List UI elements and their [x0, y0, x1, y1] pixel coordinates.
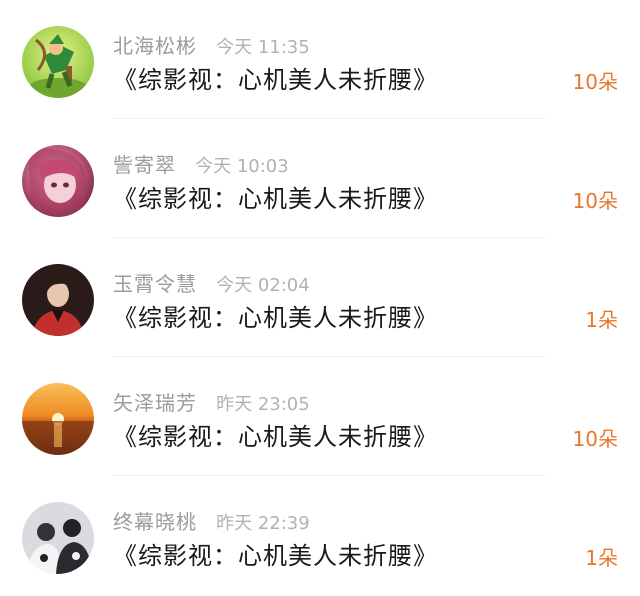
book-title[interactable]: 《综影视：心机美人未折腰》	[113, 536, 438, 571]
list-item[interactable]: 玉霄令慧 今天 02:04 《综影视：心机美人未折腰》 1朵	[0, 238, 640, 357]
flower-count: 10朵	[572, 427, 618, 451]
user-name[interactable]: 矢泽瑞芳	[113, 391, 197, 415]
avatar[interactable]	[22, 383, 94, 455]
list-item[interactable]: 北海松彬 今天 11:35 《综影视：心机美人未折腰》 10朵	[0, 0, 640, 119]
book-title[interactable]: 《综影视：心机美人未折腰》	[113, 60, 438, 95]
avatar[interactable]	[22, 264, 94, 336]
portrait-image	[22, 264, 94, 336]
list-item[interactable]: 终幕晓桃 昨天 22:39 《综影视：心机美人未折腰》 1朵	[0, 476, 640, 596]
item-meta: 矢泽瑞芳 昨天 23:05	[113, 387, 310, 415]
timestamp: 昨天 22:39	[216, 513, 310, 534]
item-meta: 訾寄翠 今天 10:03	[113, 149, 289, 177]
user-name[interactable]: 訾寄翠	[113, 153, 176, 177]
cartoon-archer-image	[22, 26, 94, 98]
user-name[interactable]: 北海松彬	[113, 34, 197, 58]
item-meta: 北海松彬 今天 11:35	[113, 30, 310, 58]
avatar[interactable]	[22, 145, 94, 217]
user-name[interactable]: 玉霄令慧	[113, 272, 197, 296]
flower-count: 1朵	[585, 546, 618, 570]
book-title[interactable]: 《综影视：心机美人未折腰》	[113, 179, 438, 214]
avatar[interactable]	[22, 26, 94, 98]
couple-image	[22, 502, 94, 574]
user-name[interactable]: 终幕晓桃	[113, 510, 197, 534]
flower-count: 1朵	[585, 308, 618, 332]
timestamp: 今天 11:35	[216, 37, 310, 58]
item-meta: 玉霄令慧 今天 02:04	[113, 268, 310, 296]
sunset-image	[22, 383, 94, 455]
list-item[interactable]: 矢泽瑞芳 昨天 23:05 《综影视：心机美人未折腰》 10朵	[0, 357, 640, 476]
gift-record-list: 北海松彬 今天 11:35 《综影视：心机美人未折腰》 10朵 訾寄翠 今天 1…	[0, 0, 640, 596]
book-title[interactable]: 《综影视：心机美人未折腰》	[113, 417, 438, 452]
book-title[interactable]: 《综影视：心机美人未折腰》	[113, 298, 438, 333]
item-meta: 终幕晓桃 昨天 22:39	[113, 506, 310, 534]
anime-girl-image	[22, 145, 94, 217]
timestamp: 今天 02:04	[216, 275, 310, 296]
flower-count: 10朵	[572, 189, 618, 213]
flower-count: 10朵	[572, 70, 618, 94]
list-item[interactable]: 訾寄翠 今天 10:03 《综影视：心机美人未折腰》 10朵	[0, 119, 640, 238]
avatar[interactable]	[22, 502, 94, 574]
timestamp: 昨天 23:05	[216, 394, 310, 415]
timestamp: 今天 10:03	[195, 156, 289, 177]
